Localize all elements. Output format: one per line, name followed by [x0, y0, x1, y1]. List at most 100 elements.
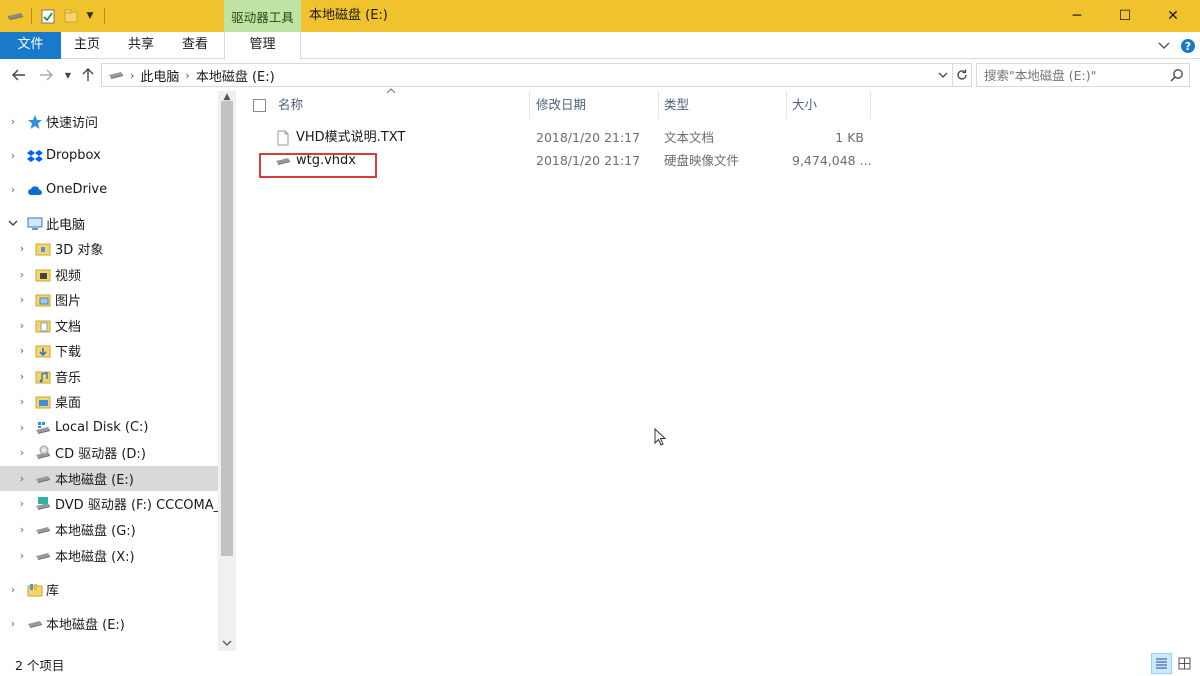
nav-item-desktop[interactable]: › 桌面: [0, 389, 218, 414]
nav-item-drive-f[interactable]: › DVD 驱动器 (F:) CCCOMA_X: [0, 491, 218, 516]
minimize-button[interactable]: ─: [1054, 0, 1100, 32]
library-icon: [27, 583, 43, 596]
sort-ascending-icon: [386, 87, 396, 97]
properties-icon[interactable]: [39, 0, 57, 32]
recent-locations-icon[interactable]: ▼: [58, 63, 78, 87]
nav-label: DVD 驱动器 (F:) CCCOMA_X: [55, 498, 218, 513]
scrollbar-thumb[interactable]: [221, 101, 233, 556]
nav-label: 快速访问: [46, 116, 99, 131]
refresh-button[interactable]: [953, 63, 972, 87]
drive-icon: [108, 70, 124, 80]
tab-manage[interactable]: 管理: [224, 32, 301, 60]
chevron-right-icon[interactable]: ›: [16, 472, 28, 485]
chevron-right-icon[interactable]: ›: [7, 583, 19, 596]
cloud-icon: [28, 185, 42, 195]
column-header-size[interactable]: 大小: [792, 91, 817, 119]
chevron-right-icon[interactable]: ›: [16, 268, 28, 281]
nav-item-downloads[interactable]: › 下载: [0, 338, 218, 363]
column-divider[interactable]: [529, 91, 530, 119]
documents-folder-icon: [35, 320, 51, 332]
nav-item-drive-x[interactable]: › 本地磁盘 (X:): [0, 543, 218, 568]
chevron-right-icon[interactable]: ›: [7, 183, 19, 196]
drive-icon: [36, 475, 50, 483]
nav-scrollbar[interactable]: ▲: [218, 91, 236, 651]
drive-icon: [36, 526, 50, 534]
nav-item-libraries[interactable]: › 库: [0, 577, 218, 602]
nav-item-drive-c[interactable]: › Local Disk (C:): [0, 415, 218, 440]
nav-item-this-pc[interactable]: 此电脑: [0, 211, 218, 236]
details-view-icon: [1156, 658, 1167, 669]
file-row[interactable]: VHD模式说明.TXT 2018/1/20 21:17 文本文档 1 KB: [240, 127, 880, 149]
file-name: VHD模式说明.TXT: [296, 130, 406, 145]
back-button[interactable]: [9, 63, 29, 87]
search-input[interactable]: [976, 63, 1190, 87]
forward-button[interactable]: [36, 63, 56, 87]
column-divider[interactable]: [786, 91, 787, 119]
nav-item-pictures[interactable]: › 图片: [0, 287, 218, 312]
drive-icon: [36, 552, 50, 560]
computer-icon: [27, 217, 43, 230]
tab-home[interactable]: 主页: [61, 32, 113, 59]
nav-item-dropbox[interactable]: › Dropbox: [0, 143, 218, 168]
nav-item-onedrive[interactable]: › OneDrive: [0, 177, 218, 202]
chevron-down-icon[interactable]: [7, 218, 19, 230]
column-header-name[interactable]: 名称: [278, 91, 303, 119]
nav-label: 此电脑: [46, 218, 86, 233]
nav-item-drive-e[interactable]: › 本地磁盘 (E:): [0, 466, 218, 491]
video-folder-icon: [35, 269, 51, 281]
nav-item-videos[interactable]: › 视频: [0, 262, 218, 287]
chevron-right-icon[interactable]: ›: [16, 549, 28, 562]
text-file-icon: [277, 130, 289, 146]
details-view-button[interactable]: [1151, 653, 1172, 674]
tab-share[interactable]: 共享: [115, 32, 167, 59]
expand-ribbon-icon[interactable]: [1154, 32, 1174, 59]
tab-file[interactable]: 文件: [0, 32, 61, 59]
nav-label: 视频: [55, 269, 82, 284]
chevron-right-icon[interactable]: ›: [16, 523, 28, 536]
chevron-right-icon[interactable]: ›: [7, 115, 19, 128]
chevron-right-icon[interactable]: ›: [16, 370, 28, 383]
large-icons-view-button[interactable]: [1174, 653, 1195, 674]
chevron-right-icon[interactable]: ›: [7, 617, 19, 630]
up-button[interactable]: [78, 63, 98, 87]
nav-item-drive-d[interactable]: › CD 驱动器 (D:): [0, 440, 218, 465]
breadcrumb-this-pc[interactable]: 此电脑: [140, 66, 179, 85]
nav-label: 图片: [55, 294, 82, 309]
maximize-button[interactable]: ☐: [1102, 0, 1148, 32]
new-folder-icon[interactable]: [62, 0, 80, 32]
breadcrumb-drive-e[interactable]: 本地磁盘 (E:): [196, 66, 275, 85]
column-header-type[interactable]: 类型: [664, 91, 689, 119]
nav-item-music[interactable]: › 音乐: [0, 364, 218, 389]
tab-view[interactable]: 查看: [169, 32, 221, 59]
chevron-right-icon[interactable]: ›: [16, 446, 28, 459]
chevron-right-icon[interactable]: ›: [16, 497, 28, 510]
chevron-right-icon[interactable]: ›: [16, 421, 28, 434]
chevron-right-icon[interactable]: ›: [16, 293, 28, 306]
window-title: 本地磁盘 (E:): [309, 8, 388, 23]
column-divider[interactable]: [658, 91, 659, 119]
drive-icon[interactable]: [4, 0, 26, 32]
search-icon[interactable]: [1170, 68, 1184, 82]
chevron-right-icon[interactable]: ›: [16, 395, 28, 408]
navigation-pane: › 快速访问 › Dropbox › OneDrive 此电脑 › 3D 对象 …: [0, 91, 237, 651]
nav-item-drive-g[interactable]: › 本地磁盘 (G:): [0, 517, 218, 542]
address-bar[interactable]: › 此电脑 › 本地磁盘 (E:): [101, 63, 953, 87]
column-divider[interactable]: [870, 91, 871, 119]
address-dropdown-icon[interactable]: [936, 67, 950, 83]
nav-item-3d-objects[interactable]: › 3D 对象: [0, 236, 218, 261]
nav-item-documents[interactable]: › 文档: [0, 313, 218, 338]
chevron-right-icon[interactable]: ›: [7, 149, 19, 162]
drive-tools-tab[interactable]: 驱动器工具: [224, 0, 301, 32]
chevron-right-icon[interactable]: ›: [16, 344, 28, 357]
select-all-checkbox[interactable]: [253, 99, 266, 112]
column-header-modified[interactable]: 修改日期: [536, 91, 586, 119]
help-icon[interactable]: ?: [1178, 32, 1198, 59]
nav-item-quick-access[interactable]: › 快速访问: [0, 109, 218, 134]
scroll-down-icon[interactable]: [221, 637, 233, 649]
chevron-right-icon[interactable]: ›: [16, 242, 28, 255]
nav-item-drive-e-root[interactable]: › 本地磁盘 (E:): [0, 611, 218, 636]
chevron-right-icon[interactable]: ›: [16, 319, 28, 332]
cd-drive-icon: [36, 445, 50, 459]
close-button[interactable]: ✕: [1150, 0, 1196, 32]
customize-quick-access-icon[interactable]: ▼: [83, 0, 97, 32]
